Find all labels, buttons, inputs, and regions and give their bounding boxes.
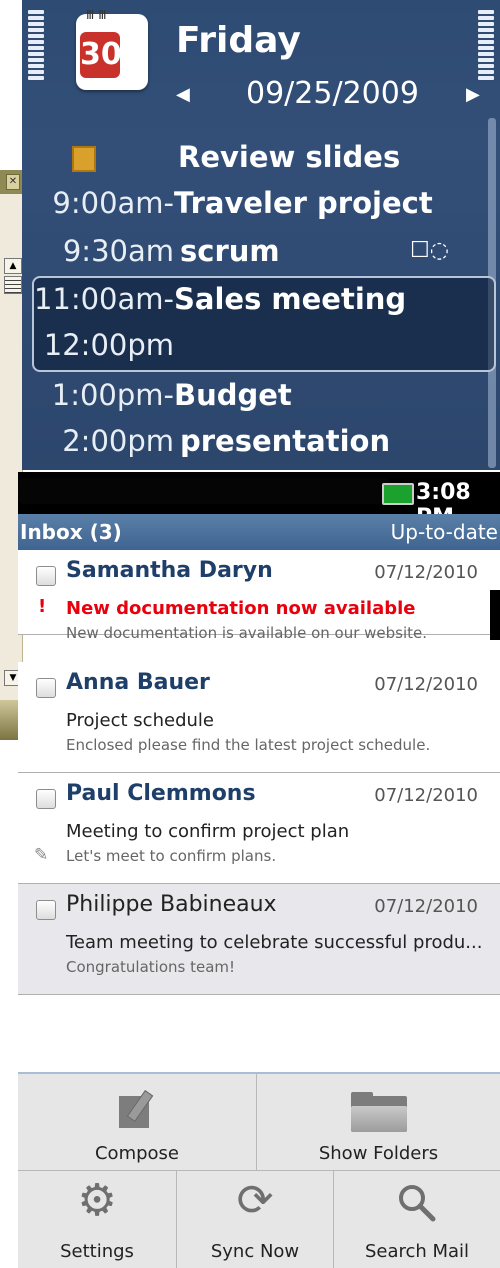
sync-now-menu-item[interactable]: ⟳ Sync Now — [177, 1171, 334, 1268]
calendar-event[interactable]: 1:00pm-Budget — [22, 372, 482, 418]
todo-icon — [72, 146, 96, 172]
recurring-alarm-icon: ☐◌ — [410, 238, 449, 263]
message-checkbox[interactable] — [36, 789, 56, 809]
message-checkbox[interactable] — [36, 678, 56, 698]
search-icon — [395, 1181, 439, 1225]
event-title: scrum — [180, 234, 280, 268]
gear-icon: ⚙ — [77, 1175, 117, 1226]
message-subject: Project schedule — [66, 710, 214, 731]
message-date: 07/12/2010 — [374, 562, 478, 583]
message-preview: New documentation is available on our we… — [66, 624, 428, 642]
current-date: 09/25/2009 — [246, 76, 419, 111]
message-date: 07/12/2010 — [374, 896, 478, 917]
event-time: 12:00pm — [43, 328, 174, 362]
event-title: Budget — [174, 378, 292, 412]
message-checkbox[interactable] — [36, 900, 56, 920]
folder-icon — [350, 1092, 407, 1132]
message-checkbox[interactable] — [36, 566, 56, 586]
todo-item[interactable]: Review slides — [22, 134, 482, 180]
message-sender: Samantha Daryn — [66, 558, 273, 583]
event-title: Sales meeting — [174, 282, 407, 316]
show-folders-label: Show Folders — [318, 1143, 439, 1164]
scroll-up-button[interactable]: ▲ — [4, 258, 22, 274]
previous-day-arrow[interactable]: ◀ — [176, 84, 190, 105]
settings-label: Settings — [60, 1241, 134, 1262]
event-title: Traveler project — [174, 186, 433, 220]
event-time: 1:00pm- — [51, 378, 174, 412]
message-row[interactable]: Philippe Babineaux 07/12/2010 Team meeti… — [18, 884, 500, 995]
list-icon — [4, 276, 22, 294]
calendar-event[interactable]: 2:00pm presentation — [22, 418, 482, 464]
next-day-arrow[interactable]: ▶ — [466, 84, 480, 105]
battery-icon — [382, 483, 414, 505]
compose-label: Compose — [94, 1143, 179, 1164]
search-mail-menu-item[interactable]: Search Mail — [334, 1171, 500, 1268]
important-icon: ! — [38, 596, 47, 617]
message-row[interactable]: Anna Bauer 07/12/2010 Project schedule E… — [18, 662, 500, 773]
message-sender: Anna Bauer — [66, 670, 210, 695]
calendar-event[interactable]: 9:30am scrum ☐◌ — [22, 228, 482, 274]
status-bar: 3:08 PM — [18, 472, 500, 530]
event-time: 11:00am- — [33, 282, 174, 316]
redacted-notifications — [18, 478, 390, 504]
compose-menu-item[interactable]: Compose — [18, 1074, 257, 1171]
event-time: 9:30am — [62, 234, 174, 268]
message-preview: Congratulations team! — [66, 958, 236, 976]
calendar-rings-icon: ⅢⅢ — [86, 8, 111, 22]
message-subject: Meeting to confirm project plan — [66, 821, 350, 842]
compose-icon — [115, 1088, 159, 1128]
sync-icon: ⟳ — [236, 1175, 274, 1226]
message-preview: Enclosed please find the latest project … — [66, 736, 431, 754]
message-date: 07/12/2010 — [374, 674, 478, 695]
message-sender: Paul Clemmons — [66, 781, 256, 806]
sync-now-label: Sync Now — [210, 1241, 300, 1262]
paperclip-icon: ✎ — [34, 845, 49, 865]
calendar-app-icon: ⅢⅢ 30 — [76, 8, 148, 90]
message-date: 07/12/2010 — [374, 785, 478, 806]
show-folders-menu-item[interactable]: Show Folders — [257, 1074, 500, 1171]
calendar-event-end: 12:00pm — [22, 322, 482, 368]
todo-title: Review slides — [178, 140, 401, 174]
message-preview: Let's meet to confirm plans. — [66, 847, 277, 865]
message-subject: New documentation now available — [66, 598, 416, 619]
event-title: presentation — [180, 424, 391, 458]
calendar-icon-day: 30 — [80, 32, 122, 78]
left-softkey-indicator — [26, 8, 46, 108]
options-menu: Compose Show Folders ⚙ Settings ⟳ Sync N… — [18, 1072, 500, 1268]
sync-status: Up-to-date — [390, 520, 498, 544]
calendar-event[interactable]: 9:00am-Traveler project — [22, 180, 482, 226]
overlap-shadow — [490, 590, 500, 640]
background-window: ✕ ▲ ▼ — [0, 170, 23, 740]
event-time: 9:00am- — [52, 186, 174, 220]
calendar-event-selected[interactable]: 11:00am-Sales meeting — [22, 276, 482, 322]
day-name: Friday — [176, 20, 301, 61]
search-mail-label: Search Mail — [364, 1241, 470, 1262]
close-icon[interactable]: ✕ — [6, 174, 20, 190]
inbox-header: Inbox (3) Up-to-date — [18, 514, 500, 550]
settings-menu-item[interactable]: ⚙ Settings — [18, 1171, 177, 1268]
message-row[interactable]: Samantha Daryn 07/12/2010 ! New document… — [18, 550, 500, 642]
calendar-day-view: ⅢⅢ 30 Friday ◀ 09/25/2009 ▶ Review slide… — [22, 0, 500, 470]
message-row[interactable]: Paul Clemmons 07/12/2010 Meeting to conf… — [18, 773, 500, 884]
event-time: 2:00pm — [62, 424, 174, 458]
inbox-title: Inbox (3) — [20, 520, 122, 544]
message-subject: Team meeting to celebrate successful pro… — [66, 932, 483, 953]
message-sender: Philippe Babineaux — [66, 892, 277, 917]
